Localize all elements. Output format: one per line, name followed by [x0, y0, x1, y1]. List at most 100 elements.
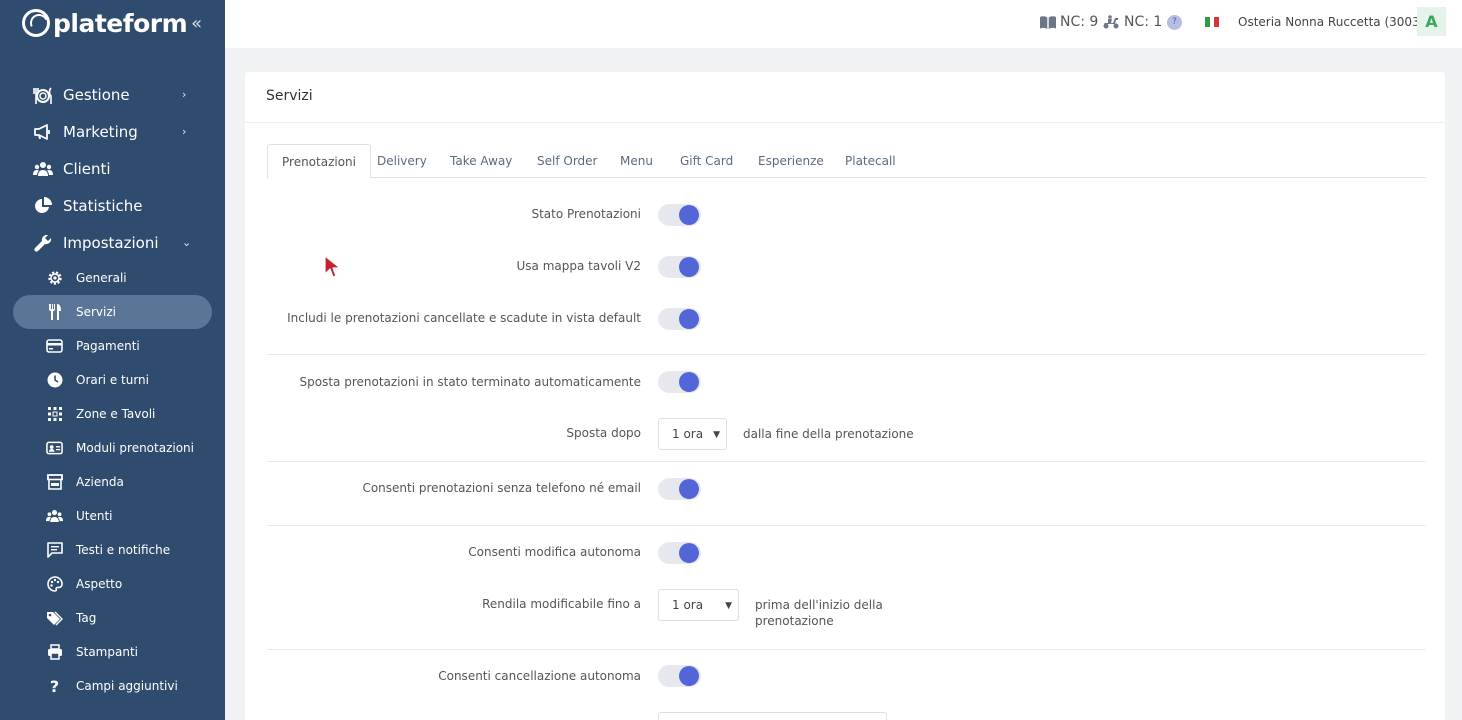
page-title: Servizi — [266, 88, 313, 104]
tab-take-away[interactable]: Take Away — [436, 144, 526, 178]
sidebar-item-label: Utenti — [76, 509, 113, 523]
toggle-knob — [679, 543, 699, 563]
wrench-icon — [33, 233, 53, 253]
main-menu: Gestione › Marketing › Clienti Statistic… — [0, 76, 225, 261]
toggle-stato-prenotazioni[interactable] — [658, 204, 701, 226]
toggle-cancellazione-autonoma[interactable] — [658, 665, 701, 687]
sidebar: plateform « Gestione › Marketing › Clien… — [0, 0, 225, 720]
tab-esperienze[interactable]: Esperienze — [744, 144, 838, 178]
sidebar-item-label: Campi aggiuntivi — [76, 679, 178, 693]
section-divider — [267, 649, 1426, 650]
toggle-knob — [679, 205, 699, 225]
avatar[interactable]: A — [1417, 7, 1446, 36]
sidebar-item-orari[interactable]: Orari e turni — [0, 363, 225, 397]
sidebar-item-pagamenti[interactable]: Pagamenti — [0, 329, 225, 363]
label-cancellazione-autonoma: Consenti cancellazione autonoma — [438, 669, 641, 683]
printer-icon — [46, 644, 63, 661]
tab-delivery[interactable]: Delivery — [363, 144, 441, 178]
menu-item-clienti[interactable]: Clienti — [0, 150, 225, 187]
select-value: 1 ora — [672, 598, 704, 612]
menu-label: Clienti — [63, 159, 111, 178]
menu-label: Impostazioni — [63, 233, 159, 252]
section-divider — [267, 461, 1426, 462]
section-divider — [267, 354, 1426, 355]
tab-platecall[interactable]: Platecall — [831, 144, 910, 178]
settings-submenu: Generali Servizi Pagamenti Orari e turni… — [0, 261, 225, 703]
label-mappa-tavoli: Usa mappa tavoli V2 — [516, 259, 641, 273]
sidebar-item-label: Zone e Tavoli — [76, 407, 156, 421]
sidebar-item-generali[interactable]: Generali — [0, 261, 225, 295]
sidebar-item-label: Stampanti — [76, 645, 138, 659]
tab-prenotazioni[interactable]: Prenotazioni — [267, 144, 371, 179]
menu-label: Statistiche — [63, 196, 143, 215]
tab-gift-card[interactable]: Gift Card — [666, 144, 747, 178]
nc-delivery-indicator[interactable]: NC: 1 — [1102, 0, 1162, 44]
sidebar-item-azienda[interactable]: Azienda — [0, 465, 225, 499]
logo[interactable]: plateform « — [22, 6, 202, 40]
menu-label: Marketing — [63, 122, 138, 141]
collapse-sidebar-icon[interactable]: « — [191, 13, 202, 34]
delivery-scooter-icon — [1102, 15, 1120, 29]
chevron-right-icon: › — [182, 125, 187, 138]
sidebar-item-label: Orari e turni — [76, 373, 149, 387]
toggle-senza-contatti[interactable] — [658, 478, 701, 500]
sidebar-item-campi[interactable]: ? Campi aggiuntivi — [0, 669, 225, 703]
tag-icon — [46, 610, 63, 627]
label-modifica-autonoma: Consenti modifica autonoma — [468, 545, 641, 559]
sidebar-item-zone[interactable]: Zone e Tavoli — [0, 397, 225, 431]
language-selector[interactable] — [1205, 0, 1220, 44]
sidebar-item-tag[interactable]: Tag — [0, 601, 225, 635]
menu-item-gestione[interactable]: Gestione › — [0, 76, 225, 113]
tab-self-order[interactable]: Self Order — [523, 144, 611, 178]
toggle-knob — [679, 666, 699, 686]
sidebar-item-servizi[interactable]: Servizi — [0, 295, 225, 329]
cancellazione-select[interactable] — [658, 712, 887, 720]
menu-item-marketing[interactable]: Marketing › — [0, 113, 225, 150]
label-sposta-automatico: Sposta prenotazioni in stato terminato a… — [299, 375, 642, 389]
toggle-sposta-automatico[interactable] — [658, 371, 701, 393]
sidebar-item-label: Servizi — [76, 305, 117, 319]
sidebar-item-moduli[interactable]: Moduli prenotazioni — [0, 431, 225, 465]
label-includi-cancellate: Includi le prenotazioni cancellate e sca… — [287, 311, 641, 325]
sposta-dopo-select[interactable]: 1 ora ▼ — [658, 418, 727, 450]
menu-item-statistiche[interactable]: Statistiche — [0, 187, 225, 224]
nc-reservations-count: NC: 9 — [1060, 14, 1099, 30]
services-card: Servizi Prenotazioni Delivery Take Away … — [245, 72, 1445, 720]
sidebar-item-label: Azienda — [76, 475, 124, 489]
toggle-mappa-tavoli[interactable] — [658, 256, 701, 278]
tab-menu[interactable]: Menu — [606, 144, 667, 178]
sidebar-item-label: Pagamenti — [76, 339, 140, 353]
chevron-down-icon: ▼ — [713, 430, 720, 440]
sidebar-item-utenti[interactable]: Utenti — [0, 499, 225, 533]
help-button[interactable]: ? — [1167, 0, 1182, 44]
menu-item-impostazioni[interactable]: Impostazioni ⌄ — [0, 224, 225, 261]
card-divider — [245, 122, 1445, 123]
gear-icon — [46, 270, 63, 287]
nc-reservations-indicator[interactable]: NC: 9 — [1040, 0, 1098, 44]
id-card-icon — [46, 440, 63, 457]
sidebar-item-aspetto[interactable]: Aspetto — [0, 567, 225, 601]
toggle-knob — [679, 479, 699, 499]
toggle-includi-cancellate[interactable] — [658, 308, 701, 330]
sidebar-item-stampanti[interactable]: Stampanti — [0, 635, 225, 669]
users-icon — [46, 508, 63, 525]
question-icon: ? — [49, 676, 60, 696]
megaphone-icon — [33, 122, 53, 142]
modificabile-select[interactable]: 1 ora ▼ — [658, 589, 739, 621]
restaurant-name[interactable]: Osteria Nonna Ruccetta (3003) — [1238, 0, 1424, 44]
select-value: 1 ora — [672, 427, 704, 441]
sidebar-item-label: Tag — [76, 611, 97, 625]
help-icon: ? — [1167, 14, 1182, 30]
message-icon — [46, 542, 63, 559]
sposta-dopo-suffix: dalla fine della prenotazione — [743, 427, 914, 441]
menu-label: Gestione — [63, 85, 130, 104]
logo-text: plateform — [53, 8, 188, 38]
sidebar-item-testi[interactable]: Testi e notifiche — [0, 533, 225, 567]
italy-flag-icon — [1205, 17, 1220, 27]
section-divider — [267, 525, 1426, 526]
toggle-modifica-autonoma[interactable] — [658, 542, 701, 564]
sidebar-item-label: Testi e notifiche — [76, 543, 171, 557]
clock-icon — [46, 372, 63, 389]
logo-icon — [22, 9, 50, 37]
modificabile-suffix: prima dell'inizio della prenotazione — [755, 598, 883, 628]
